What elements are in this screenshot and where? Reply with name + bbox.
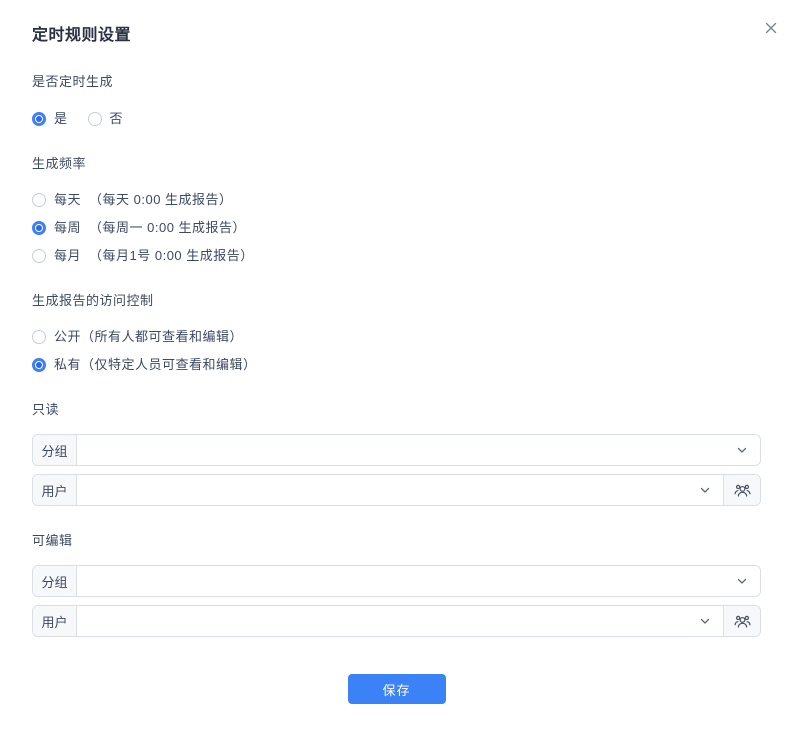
radio-daily-icon[interactable]: [32, 193, 46, 207]
radio-yes-icon[interactable]: [32, 112, 46, 126]
radio-access-private[interactable]: 私有（仅特定人员可查看和编辑）: [32, 355, 761, 375]
readonly-user-label: 用户: [33, 475, 77, 505]
schedule-section-label: 是否定时生成: [32, 73, 761, 91]
editable-user-label: 用户: [33, 606, 77, 636]
editable-user-select-row: 用户: [32, 605, 761, 637]
dialog-footer: 保存: [32, 674, 761, 704]
chevron-down-icon: [736, 575, 748, 587]
radio-no-icon[interactable]: [88, 112, 102, 126]
chevron-down-icon: [736, 444, 748, 456]
readonly-group-select[interactable]: [77, 435, 760, 465]
readonly-user-select[interactable]: [77, 475, 723, 505]
editable-user-select[interactable]: [77, 606, 723, 636]
access-section-label: 生成报告的访问控制: [32, 292, 761, 310]
radio-access-public[interactable]: 公开（所有人都可查看和编辑）: [32, 327, 761, 347]
dialog-title: 定时规则设置: [32, 25, 761, 47]
readonly-user-select-row: 用户: [32, 474, 761, 506]
radio-monthly-desc: （每月1号 0:00 生成报告）: [89, 246, 254, 266]
access-radio-group: 公开（所有人都可查看和编辑） 私有（仅特定人员可查看和编辑）: [32, 327, 761, 375]
close-icon: [764, 21, 778, 35]
editable-user-picker-button[interactable]: [723, 606, 760, 636]
radio-schedule-no[interactable]: 否: [88, 109, 124, 129]
readonly-group-select-row: 分组: [32, 434, 761, 466]
radio-monthly-icon[interactable]: [32, 249, 46, 263]
chevron-down-icon: [699, 615, 711, 627]
radio-weekly-label: 每周: [54, 218, 81, 238]
radio-public-icon[interactable]: [32, 330, 46, 344]
radio-public-label: 公开（所有人都可查看和编辑）: [54, 327, 243, 347]
frequency-radio-group: 每天 （每天 0:00 生成报告） 每周 （每周一 0:00 生成报告） 每月 …: [32, 190, 761, 266]
editable-group-select-row: 分组: [32, 565, 761, 597]
editable-group-label: 分组: [33, 566, 77, 596]
scheduled-rule-dialog: 定时规则设置 是否定时生成 是 否 生成频率 每天 （每天 0:00 生成报告）…: [0, 0, 796, 733]
users-group-icon: [733, 481, 752, 500]
radio-weekly-desc: （每周一 0:00 生成报告）: [89, 218, 246, 238]
radio-frequency-daily[interactable]: 每天 （每天 0:00 生成报告）: [32, 190, 761, 210]
readonly-group-label: 分组: [33, 435, 77, 465]
readonly-section-label: 只读: [32, 401, 761, 419]
radio-monthly-label: 每月: [54, 246, 81, 266]
radio-daily-label: 每天: [54, 190, 81, 210]
users-group-icon: [733, 612, 752, 631]
radio-no-label: 否: [110, 109, 124, 129]
radio-private-icon[interactable]: [32, 358, 46, 372]
radio-private-label: 私有（仅特定人员可查看和编辑）: [54, 355, 257, 375]
schedule-radio-group: 是 否: [32, 109, 761, 129]
close-button[interactable]: [762, 19, 780, 37]
editable-group-select[interactable]: [77, 566, 760, 596]
radio-yes-label: 是: [54, 109, 68, 129]
save-button[interactable]: 保存: [348, 674, 446, 704]
radio-daily-desc: （每天 0:00 生成报告）: [89, 190, 233, 210]
editable-section-label: 可编辑: [32, 532, 761, 550]
radio-weekly-icon[interactable]: [32, 221, 46, 235]
frequency-section-label: 生成频率: [32, 155, 761, 173]
chevron-down-icon: [699, 484, 711, 496]
radio-frequency-weekly[interactable]: 每周 （每周一 0:00 生成报告）: [32, 218, 761, 238]
readonly-user-picker-button[interactable]: [723, 475, 760, 505]
radio-schedule-yes[interactable]: 是: [32, 109, 68, 129]
radio-frequency-monthly[interactable]: 每月 （每月1号 0:00 生成报告）: [32, 246, 761, 266]
